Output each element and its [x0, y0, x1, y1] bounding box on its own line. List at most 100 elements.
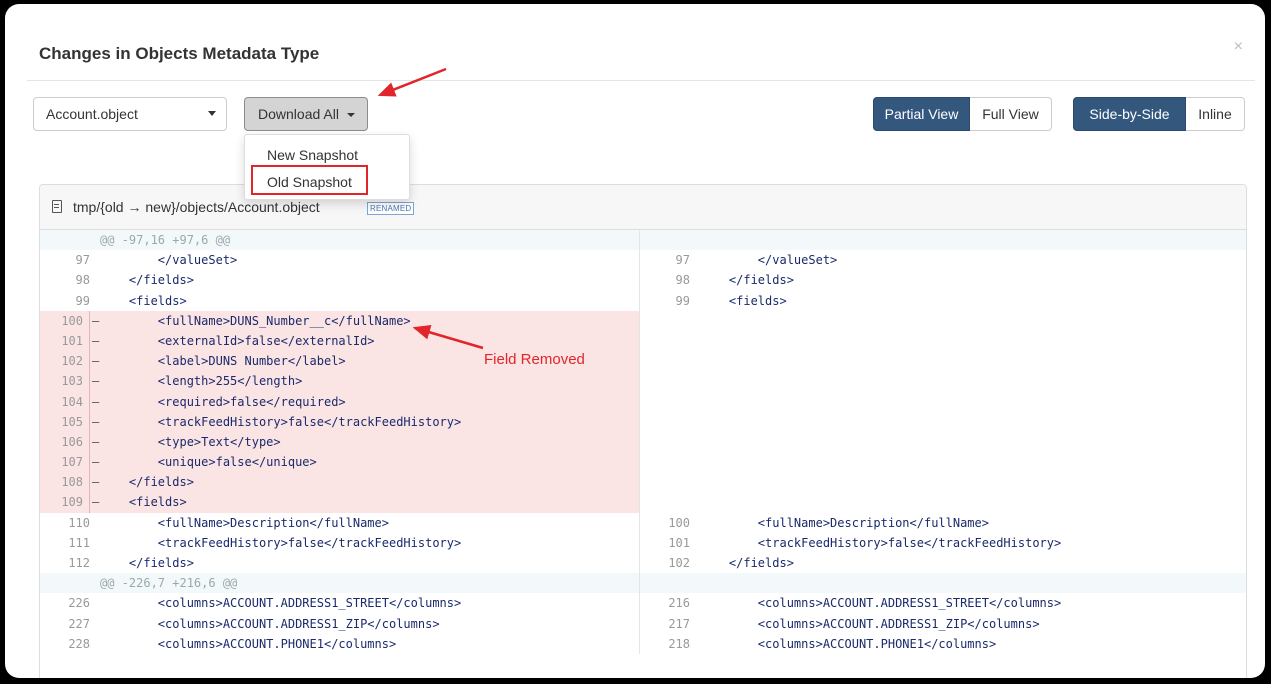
diff-table: @@ -97,16 +97,6 @@ 97 </valueSet> 97 </val… [40, 230, 1246, 654]
line-number: 99 [75, 293, 90, 308]
diff-row: 102– <label>DUNS Number</label> [40, 351, 1246, 372]
mode-toggle: Side-by-Side Inline [1073, 97, 1245, 131]
diff-row: 98 </fields> 98 </fields> [40, 270, 1246, 291]
code-line: <length>255</length> [100, 374, 303, 389]
diff-right [640, 311, 1246, 331]
diff-right [640, 492, 1246, 512]
diff-right [640, 351, 1246, 371]
code-line: <label>DUNS Number</label> [100, 354, 346, 369]
object-select[interactable]: Account.object [33, 97, 227, 131]
side-by-side-button[interactable]: Side-by-Side [1073, 97, 1186, 131]
code-line: <unique>false</unique> [100, 455, 317, 470]
diff-row: 97 </valueSet> 97 </valueSet> [40, 250, 1246, 271]
line-number: 218 [668, 636, 690, 651]
diff-left: 107– <unique>false</unique> [40, 452, 640, 473]
diff-right [640, 432, 1246, 452]
line-number: 228 [68, 636, 90, 651]
diff-left: 103– <length>255</length> [40, 371, 640, 392]
diff-left: 106– <type>Text</type> [40, 431, 640, 453]
code-line: </fields> [100, 475, 194, 490]
dialog-title: Changes in Objects Metadata Type [39, 44, 320, 63]
code-line: <columns>ACCOUNT.ADDRESS1_STREET</column… [700, 596, 1062, 611]
line-number: 216 [668, 596, 690, 611]
code-line: <trackFeedHistory>false</trackFeedHistor… [100, 414, 462, 429]
hunk-text: @@ -226,7 +216,6 @@ [100, 576, 238, 591]
diff-left: 104– <required>false</required> [40, 391, 640, 412]
code-line: <fullName>Description</fullName> [700, 515, 989, 530]
code-line: </fields> [100, 556, 194, 570]
diff-left: 109– <fields> [40, 492, 640, 513]
line-number: 104 [40, 391, 90, 412]
code-line: <columns>ACCOUNT.PHONE1</columns> [100, 636, 397, 651]
code-line: <required>false</required> [100, 394, 346, 409]
diff-right [640, 371, 1246, 391]
code-line: <trackFeedHistory>false</trackFeedHistor… [100, 535, 462, 550]
download-all-button[interactable]: Download All [244, 97, 368, 131]
chevron-down-icon [208, 111, 216, 116]
diff-left: 111 <trackFeedHistory>false</trackFeedHi… [40, 532, 640, 553]
line-number: 98 [75, 273, 90, 288]
line-number: 97 [675, 253, 690, 268]
line-number: 110 [68, 515, 90, 530]
diff-left: 108– </fields> [40, 472, 640, 493]
code-line: <fullName>DUNS_Number__c</fullName> [100, 313, 411, 328]
line-number: 100 [668, 515, 690, 530]
menu-item-new-snapshot[interactable]: New Snapshot [267, 147, 358, 163]
line-number: 105 [40, 411, 90, 432]
view-toggle: Partial View Full View [873, 97, 1052, 131]
diff-right [640, 392, 1246, 412]
diff-row: 107– <unique>false</unique> [40, 452, 1246, 473]
diff-hunk-header: @@ -226,7 +216,6 @@ [40, 573, 1246, 594]
inline-button[interactable]: Inline [1186, 97, 1245, 131]
line-number: 102 [40, 351, 90, 372]
diff-left: 101– <externalId>false</externalId> [40, 330, 640, 352]
line-number: 107 [40, 452, 90, 473]
partial-view-button[interactable]: Partial View [873, 97, 970, 131]
diff-row: 105– <trackFeedHistory>false</trackFeedH… [40, 411, 1246, 432]
diff-right [640, 230, 1246, 251]
object-select-value: Account.object [46, 106, 138, 122]
modal-dialog: Changes in Objects Metadata Type × Accou… [5, 4, 1265, 678]
diff-right [640, 331, 1246, 351]
line-number: 98 [675, 273, 690, 288]
line-number: 106 [40, 431, 90, 453]
code-line: <fields> [100, 293, 187, 308]
code-line: </fields> [700, 556, 794, 570]
diff-right: 99 <fields> [640, 291, 1246, 311]
code-line: <fullName>Description</fullName> [100, 515, 389, 530]
diff-left: 227 <columns>ACCOUNT.ADDRESS1_ZIP</colum… [40, 613, 640, 634]
diff-row: 100– <fullName>DUNS_Number__c</fullName> [40, 310, 1246, 331]
diff-row: 99 <fields> 99 <fields> [40, 290, 1246, 311]
code-line: <trackFeedHistory>false</trackFeedHistor… [700, 535, 1062, 550]
diff-left: 100– <fullName>DUNS_Number__c</fullName> [40, 310, 640, 331]
line-number: 100 [40, 310, 90, 331]
diff-row: 109– <fields> [40, 492, 1246, 513]
line-number: 99 [675, 293, 690, 308]
diff-row: 228 <columns>ACCOUNT.PHONE1</columns> 218… [40, 633, 1246, 654]
diff-right: 216 <columns>ACCOUNT.ADDRESS1_STREET</co… [640, 593, 1246, 613]
diff-row: 108– </fields> [40, 472, 1246, 493]
hunk-text: @@ -97,16 +97,6 @@ [100, 233, 231, 247]
diff-row: 227 <columns>ACCOUNT.ADDRESS1_ZIP</colum… [40, 613, 1246, 634]
line-number: 103 [40, 371, 90, 392]
line-number: 227 [68, 616, 90, 631]
diff-row: 103– <length>255</length> [40, 371, 1246, 392]
code-line: </fields> [700, 273, 794, 288]
diff-right: 100 <fullName>Description</fullName> [640, 513, 1246, 533]
diff-left: 110 <fullName>Description</fullName> [40, 512, 640, 533]
highlight-box [251, 165, 368, 195]
diff-right: 97 </valueSet> [640, 250, 1246, 270]
diff-right: 217 <columns>ACCOUNT.ADDRESS1_ZIP</colum… [640, 614, 1246, 634]
code-line: </fields> [100, 273, 194, 288]
full-view-button[interactable]: Full View [970, 97, 1052, 131]
diff-right: 102 </fields> [640, 553, 1246, 573]
diff-right [640, 452, 1246, 472]
line-number: 101 [668, 535, 690, 550]
diff-right [640, 412, 1246, 432]
close-icon[interactable]: × [1234, 38, 1243, 56]
diff-right: 98 </fields> [640, 270, 1246, 290]
code-line: <columns>ACCOUNT.ADDRESS1_ZIP</columns> [700, 616, 1040, 631]
code-line: <type>Text</type> [100, 434, 281, 449]
diff-row: 106– <type>Text</type> [40, 431, 1246, 453]
diff-right: 101 <trackFeedHistory>false</trackFeedHi… [640, 533, 1246, 553]
